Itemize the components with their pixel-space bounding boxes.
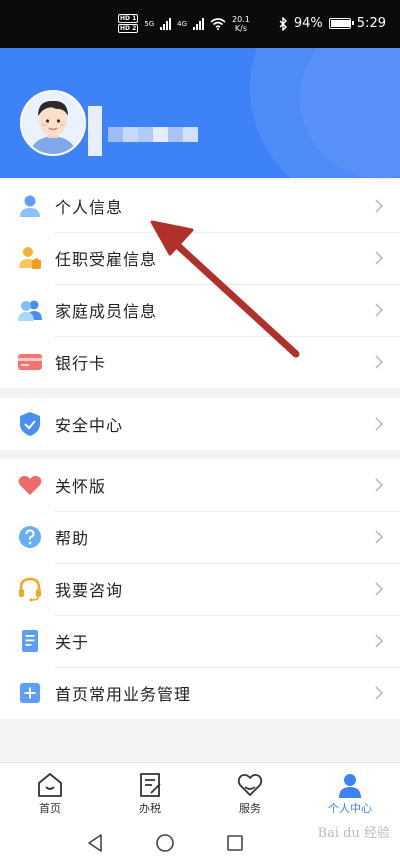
chevron-right-icon <box>375 199 384 213</box>
username-redacted <box>108 127 198 142</box>
bottom-tab-bar: 首页 办税 服务 个人中心 <box>0 762 400 820</box>
menu-label: 任职受雇信息 <box>55 250 158 269</box>
menu-label: 安全中心 <box>55 416 124 435</box>
menu-item-about[interactable]: 关于 <box>0 615 400 667</box>
chevron-right-icon <box>375 355 384 369</box>
menu-item-employment-info[interactable]: 任职受雇信息 <box>0 232 400 284</box>
chevron-right-icon <box>375 686 384 700</box>
speed-unit: K/s <box>234 23 247 33</box>
plus-icon <box>20 683 40 703</box>
watermark: Bai du 经验 <box>317 826 390 841</box>
signal-icon-2 <box>193 17 205 30</box>
battery-icon <box>328 18 354 29</box>
signal-icon <box>160 17 172 30</box>
menu-label: 帮助 <box>55 529 90 548</box>
chevron-right-icon <box>375 582 384 596</box>
menu-label: 银行卡 <box>55 354 107 373</box>
tab-label: 办税 <box>139 802 161 815</box>
menu-label: 关于 <box>55 633 90 652</box>
tab-home[interactable]: 首页 <box>0 763 100 820</box>
menu-group-security: 安全中心 <box>0 398 400 450</box>
menu-item-homepage-business-management[interactable]: 首页常用业务管理 <box>0 667 400 719</box>
shield-icon <box>20 412 40 436</box>
tab-label: 首页 <box>39 802 61 815</box>
menu-label: 家庭成员信息 <box>55 302 158 321</box>
profile-header <box>0 48 400 178</box>
service-icon <box>237 773 263 796</box>
tab-service[interactable]: 服务 <box>200 763 300 820</box>
bank-card-icon <box>18 354 42 370</box>
back-icon[interactable] <box>86 833 104 853</box>
menu-label: 个人信息 <box>55 198 124 217</box>
chevron-right-icon <box>375 251 384 265</box>
home-icon <box>38 773 62 797</box>
menu-label: 我要咨询 <box>55 581 124 600</box>
chevron-right-icon <box>375 530 384 544</box>
hd2-badge: HD 2 <box>118 24 139 33</box>
document-icon <box>22 630 38 652</box>
home-circle-icon[interactable] <box>155 833 175 853</box>
tab-label: 服务 <box>239 802 261 815</box>
menu-item-personal-info[interactable]: 个人信息 <box>0 180 400 232</box>
tab-tax[interactable]: 办税 <box>100 763 200 820</box>
avatar-face-icon <box>22 92 84 154</box>
network-speed: 20.1 K/s <box>232 15 250 33</box>
avatar[interactable] <box>20 90 86 156</box>
menu-item-care-mode[interactable]: 关怀版 <box>0 459 400 511</box>
menu-group-profile: 个人信息 任职受雇信息 家庭成员信息 银行卡 <box>0 180 400 388</box>
heart-icon <box>18 475 42 495</box>
menu-label: 首页常用业务管理 <box>55 685 192 704</box>
menu-item-consult[interactable]: 我要咨询 <box>0 563 400 615</box>
speed-value: 20.1 <box>232 14 250 24</box>
headset-icon <box>19 577 41 602</box>
menu-item-help[interactable]: 帮助 <box>0 511 400 563</box>
network-type-1: 5G <box>144 19 155 28</box>
menu-group-general: 关怀版 帮助 我要咨询 关于 首页常用业务管理 <box>0 459 400 719</box>
user-center-icon <box>339 774 361 798</box>
tab-personal-center[interactable]: 个人中心 <box>300 763 400 820</box>
chevron-right-icon <box>375 634 384 648</box>
person-icon <box>20 195 40 217</box>
chevron-right-icon <box>375 478 384 492</box>
menu-item-security-center[interactable]: 安全中心 <box>0 398 400 450</box>
menu-item-bank-card[interactable]: 银行卡 <box>0 336 400 388</box>
bluetooth-icon <box>279 16 287 31</box>
network-type-2: 4G <box>177 19 188 28</box>
chevron-right-icon <box>375 417 384 431</box>
clock: 5:29 <box>356 16 386 31</box>
help-icon <box>19 526 41 548</box>
battery-percent: 94% <box>293 16 323 31</box>
status-right: 94% 5:29 <box>279 16 386 31</box>
wifi-icon <box>210 17 226 30</box>
menu-item-family-info[interactable]: 家庭成员信息 <box>0 284 400 336</box>
hd1-badge: HD 1 <box>118 14 139 23</box>
hd-badges: HD 1 HD 2 <box>118 14 139 33</box>
recents-icon[interactable] <box>226 833 244 853</box>
menu-label: 关怀版 <box>55 477 107 496</box>
tab-label: 个人中心 <box>328 802 372 815</box>
chevron-right-icon <box>375 303 384 317</box>
name-redaction <box>88 106 102 156</box>
status-bar: HD 1 HD 2 5G 4G 20.1 K/s 94% 5:29 <box>0 0 400 48</box>
network-status: HD 1 HD 2 5G 4G 20.1 K/s <box>118 14 250 33</box>
tax-icon <box>140 773 161 797</box>
employment-icon <box>19 247 41 269</box>
family-icon <box>18 300 42 321</box>
